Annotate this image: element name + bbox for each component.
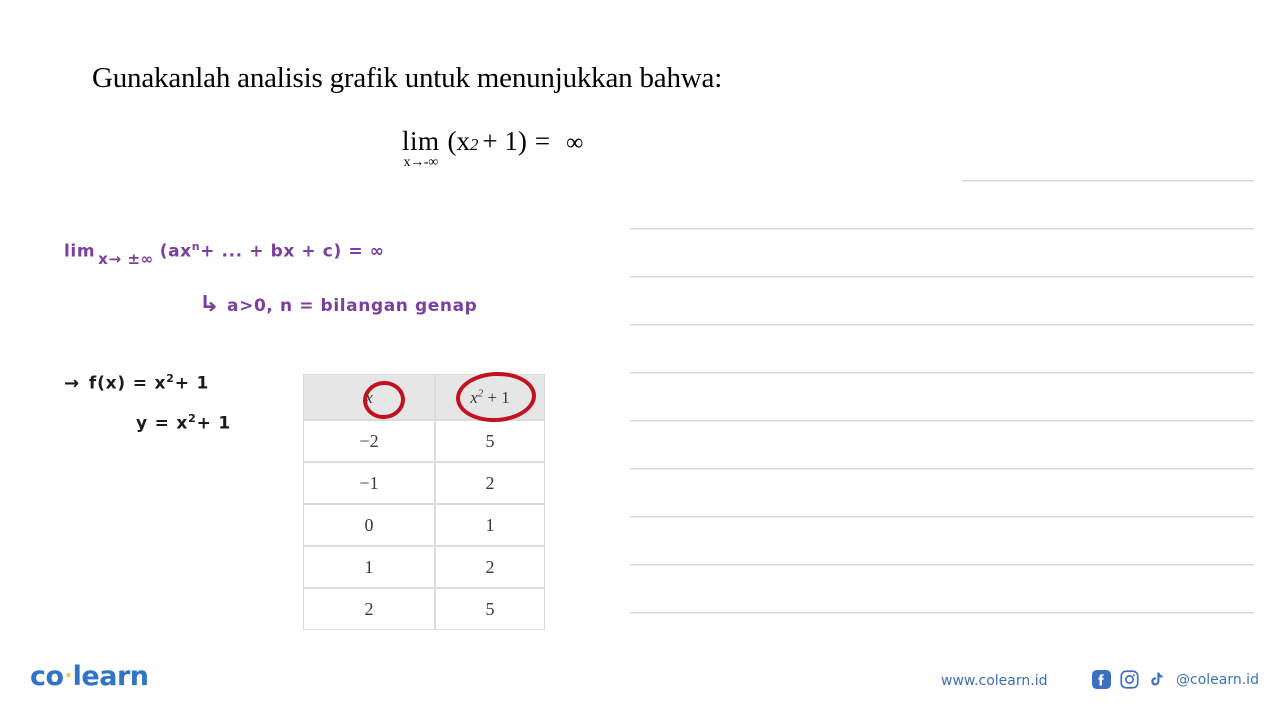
logo-part2: learn <box>72 661 149 692</box>
limit-result: ∞ <box>566 130 584 156</box>
table-row: 25 <box>303 588 545 630</box>
table-header-fx-label: x2 + 1 <box>470 388 509 407</box>
table-header-fx-prefix: x <box>470 387 478 407</box>
table-row: 12 <box>303 546 545 588</box>
hw-limit-operator: lim <box>64 241 96 262</box>
hw-fx-suffix: + 1 <box>174 373 210 394</box>
ruled-line <box>630 564 1254 565</box>
table-header-fx-suffix: + 1 <box>487 387 510 407</box>
hw-fx-exponent: 2 <box>166 372 175 385</box>
table-header-fx: x2 + 1 <box>435 374 545 420</box>
limit-exponent: 2 <box>470 135 479 154</box>
colearn-logo[interactable]: co·learn <box>30 661 149 692</box>
logo-part1: co <box>30 661 64 692</box>
hw-limit-subscript: x→ ±∞ <box>98 249 154 268</box>
ruled-line <box>630 420 1254 421</box>
table-cell-fx: 5 <box>435 588 545 630</box>
table-cell-fx: 1 <box>435 504 545 546</box>
hw-y-suffix: + 1 <box>196 413 232 434</box>
hw-fx-prefix: f(x) = x <box>88 373 167 394</box>
limit-equals: = <box>534 126 551 156</box>
footer-website-url[interactable]: www.colearn.id <box>941 673 1047 689</box>
handwritten-limit-rule: lim x→ ±∞ (axn+ ... + bx + c) = ∞ <box>64 240 385 268</box>
instagram-icon[interactable] <box>1120 670 1139 689</box>
limit-body-end: + 1) <box>482 126 527 156</box>
table-cell-x: −1 <box>303 462 435 504</box>
table-row: −2 5 <box>303 420 545 462</box>
hw-polynomial-rest: + ... + bx + c) = ∞ <box>200 241 385 262</box>
tiktok-icon[interactable] <box>1148 670 1165 689</box>
social-handle-text: @colearn.id <box>1176 671 1259 688</box>
handwritten-function-line: → f(x) = x2+ 1 <box>64 372 209 394</box>
hw-y-prefix: y = x <box>136 413 189 434</box>
page-title: Gunakanlah analisis grafik untuk menunju… <box>92 62 723 94</box>
table-cell-fx: 2 <box>435 462 545 504</box>
hw-condition-text: a>0, n = bilangan genap <box>227 296 478 316</box>
limit-body-open: (x <box>448 126 471 157</box>
ruled-line <box>630 228 1254 229</box>
ruled-line <box>630 276 1254 277</box>
ruled-line <box>630 612 1254 613</box>
table-cell-x: 0 <box>303 504 435 546</box>
limit-operator-word: lim <box>402 126 440 156</box>
handwritten-y-line: y = x2+ 1 <box>136 412 231 434</box>
limit-expression: lim x→-∞ (x 2 + 1) = ∞ <box>402 126 583 170</box>
table-cell-x: −2 <box>303 420 435 462</box>
ruled-line <box>630 468 1254 469</box>
table-header-row: x x2 + 1 <box>303 374 545 420</box>
ruled-line <box>630 516 1254 517</box>
ruled-line <box>962 180 1254 181</box>
table-cell-x: 1 <box>303 546 435 588</box>
value-table: x x2 + 1 −2 5 −1 2 0 1 1 2 2 5 <box>303 374 545 630</box>
hook-arrow-icon: ↳ <box>198 292 221 317</box>
limit-subscript: x→-∞ <box>403 155 439 170</box>
table-cell-fx: 5 <box>435 420 545 462</box>
table-cell-fx: 2 <box>435 546 545 588</box>
handwritten-condition: ↳ a>0, n = bilangan genap <box>198 292 478 317</box>
hw-polynomial-exponent: n <box>191 240 201 253</box>
social-links-group: @colearn.id <box>1092 670 1259 689</box>
facebook-icon[interactable] <box>1092 670 1111 689</box>
table-header: x x2 + 1 <box>303 374 545 420</box>
limit-operator: lim x→-∞ <box>402 128 440 170</box>
table-header-x-label: x <box>365 387 373 407</box>
hw-y-exponent: 2 <box>188 412 197 425</box>
logo-dot-icon: · <box>64 663 73 687</box>
table-body: −2 5 −1 2 0 1 1 2 2 5 <box>303 420 545 630</box>
table-header-fx-exponent: 2 <box>477 387 484 399</box>
table-row: 01 <box>303 504 545 546</box>
table-cell-x: 2 <box>303 588 435 630</box>
ruled-line <box>630 324 1254 325</box>
table-row: −1 2 <box>303 462 545 504</box>
limit-body-open-text: (x <box>447 126 471 156</box>
hw-polynomial-open: (ax <box>159 241 192 262</box>
table-header-x: x <box>303 374 435 420</box>
right-arrow-icon: → <box>64 372 80 394</box>
ruled-line <box>630 372 1254 373</box>
